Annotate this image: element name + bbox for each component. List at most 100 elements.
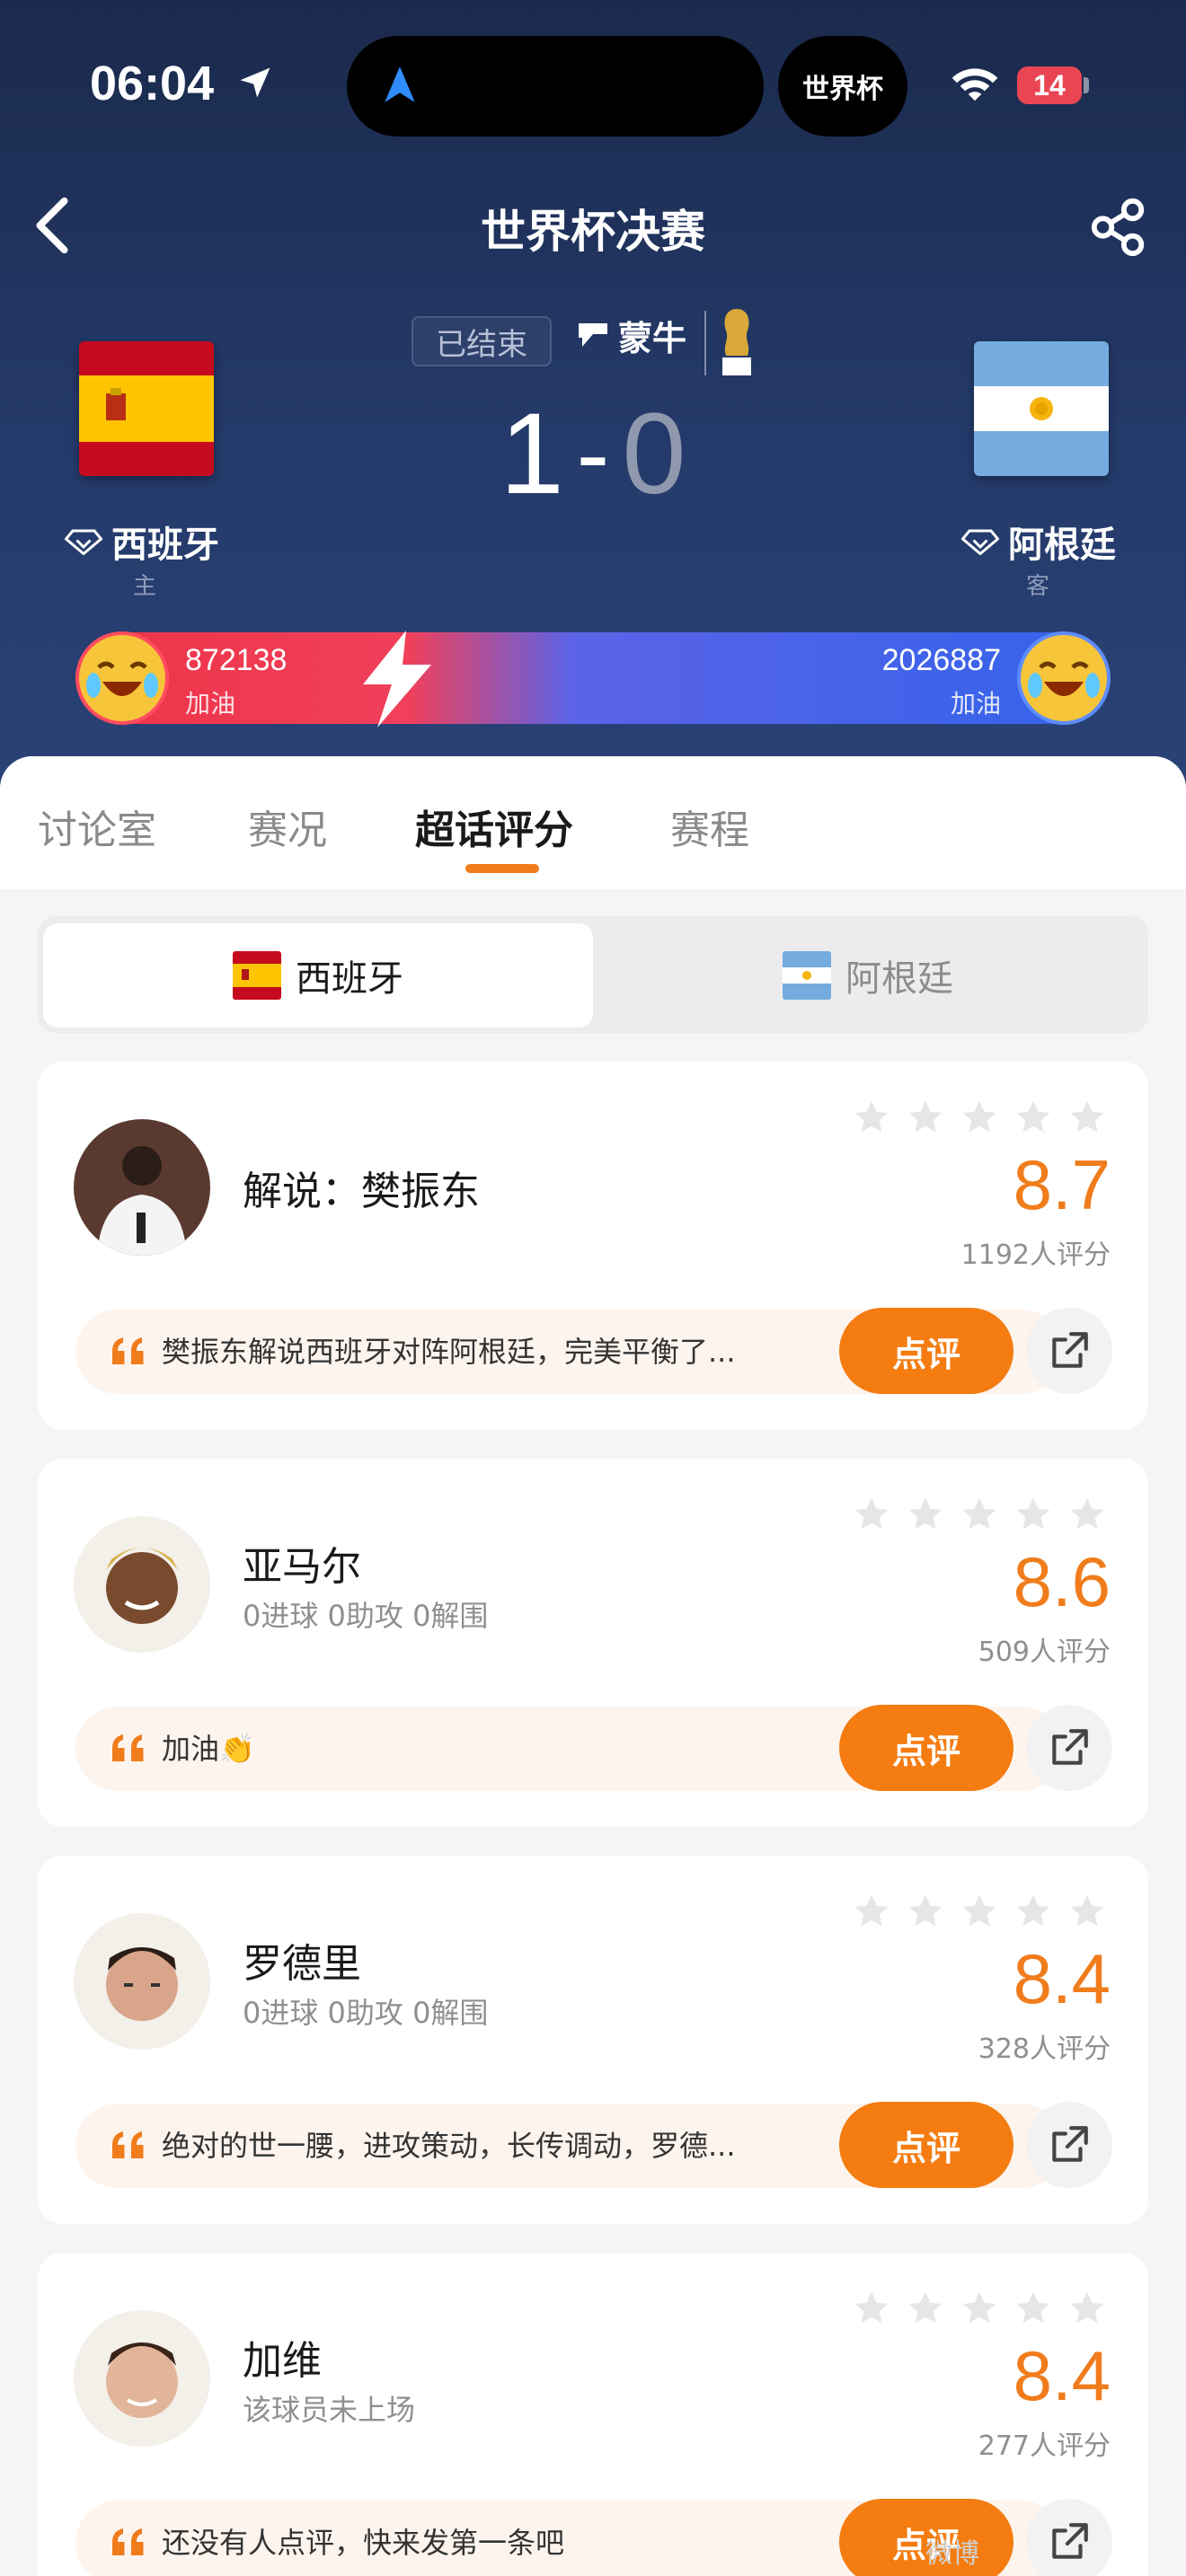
rater-count: 328人评分: [978, 2033, 1111, 2065]
away-score: 0: [622, 390, 686, 518]
status-time: 06:04: [90, 57, 215, 110]
sponsor-divider: [704, 311, 706, 375]
sponsor-mark-icon: [579, 322, 607, 347]
external-link-icon: [1052, 1729, 1088, 1765]
team-switch-away-label: 阿根廷: [845, 958, 953, 1000]
spain-flag-icon: [233, 951, 281, 1000]
star-icon: [1070, 1100, 1104, 1133]
star-icon: [908, 1894, 943, 1927]
star-rating[interactable]: [852, 1098, 1107, 1137]
player-card[interactable]: 加维 该球员未上场 8.4 277人评分 还没有人点评，快来发第一条吧 点评: [38, 2253, 1148, 2576]
star-icon: [1016, 1894, 1050, 1927]
argentina-flag-icon: [783, 951, 831, 1000]
rating-score: 8.4: [1013, 2336, 1111, 2415]
home-team-name[interactable]: 西班牙: [65, 516, 219, 568]
quote-icon: [112, 2528, 144, 2555]
player-card[interactable]: 解说：樊振东 8.7 1192人评分 樊振东解说西班牙对阵阿根廷，完美平衡了..…: [38, 1062, 1148, 1430]
review-button[interactable]: 点评: [839, 2102, 1013, 2188]
match-status-badge: 已结束: [412, 316, 552, 366]
player-name: 解说：樊振东: [243, 1169, 480, 1214]
star-icon: [1070, 2291, 1104, 2324]
player-stats: 该球员未上场: [243, 2393, 416, 2427]
player-name: 加维: [243, 2338, 322, 2384]
player-card[interactable]: 亚马尔 0进球 0助攻 0解围 8.6 509人评分 加油👏 点评: [38, 1459, 1148, 1827]
navigation-arrow-icon: [385, 66, 415, 102]
star-icon: [908, 1497, 943, 1530]
rater-count: 277人评分: [978, 2430, 1111, 2462]
home-team-label: 西班牙: [111, 525, 219, 566]
location-arrow-icon: [240, 67, 270, 98]
open-detail-button[interactable]: [1026, 1705, 1112, 1791]
star-rating[interactable]: [852, 2289, 1107, 2328]
star-rating[interactable]: [852, 1495, 1107, 1534]
star-icon: [962, 1894, 996, 1927]
battery-tip: [1084, 77, 1089, 93]
player-stats: 0进球 0助攻 0解围: [243, 1996, 489, 2030]
star-icon: [908, 1100, 943, 1133]
open-detail-button[interactable]: [1026, 2102, 1112, 2188]
wifi-icon: [951, 68, 998, 101]
back-icon[interactable]: [25, 194, 79, 257]
page-title: 世界杯决赛: [481, 206, 705, 258]
open-detail-button[interactable]: [1026, 2499, 1112, 2576]
avatar: [74, 1119, 210, 1256]
score-separator: -: [576, 399, 610, 509]
away-team-name[interactable]: 阿根廷: [961, 516, 1116, 568]
comment-text: 还没有人点评，快来发第一条吧: [162, 2526, 565, 2560]
battery-indicator: 14: [1017, 66, 1082, 104]
comment-text: 樊振东解说西班牙对阵阿根廷，完美平衡了...: [162, 1335, 736, 1369]
home-cheer-count: 872138: [185, 643, 288, 677]
tab-discussion[interactable]: 讨论室: [38, 798, 156, 855]
scoreboard: 1 - 0: [485, 388, 701, 520]
player-stats: 0进球 0助攻 0解围: [243, 1599, 489, 1633]
star-icon: [1016, 1497, 1050, 1530]
external-link-icon: [1052, 2126, 1088, 2162]
tab-ratings[interactable]: 超话评分: [415, 798, 573, 855]
away-cheer-label: 加油: [950, 689, 1001, 719]
star-icon: [854, 1894, 889, 1927]
spain-flag: [79, 341, 214, 476]
quote-icon: [112, 1734, 144, 1761]
watermark: 微博: [925, 2538, 979, 2570]
team-switch-home[interactable]: 西班牙: [43, 923, 593, 1028]
player-card[interactable]: 罗德里 0进球 0助攻 0解围 8.4 328人评分 绝对的世一腰，进攻策动，长…: [38, 1856, 1148, 2224]
away-role: 客: [1026, 573, 1050, 600]
rating-score: 8.6: [1013, 1542, 1111, 1621]
team-switch-away[interactable]: 阿根廷: [593, 923, 1143, 1028]
cheer-emoji-icon[interactable]: [75, 631, 169, 725]
external-link-icon: [1052, 1332, 1088, 1368]
tab-schedule[interactable]: 赛程: [670, 798, 749, 855]
avatar: [74, 2310, 210, 2447]
star-icon: [962, 1100, 996, 1133]
open-detail-button[interactable]: [1026, 1308, 1112, 1394]
star-icon: [854, 1100, 889, 1133]
home-role: 主: [133, 573, 157, 600]
island-worldcup-pill: 世界杯: [778, 36, 907, 137]
away-cheer-count: 2026887: [881, 643, 1001, 677]
rating-score: 8.4: [1013, 1939, 1111, 2018]
rating-score: 8.7: [1013, 1145, 1111, 1224]
review-button[interactable]: 点评: [839, 1308, 1013, 1394]
star-icon: [854, 2291, 889, 2324]
cheer-emoji-icon[interactable]: [1017, 631, 1111, 725]
active-tab-indicator: [465, 864, 539, 873]
diamond-icon: [65, 529, 102, 555]
external-link-icon: [1052, 2523, 1088, 2559]
star-icon: [962, 2291, 996, 2324]
comment-text: 加油👏: [162, 1732, 255, 1766]
star-icon: [1070, 1497, 1104, 1530]
player-name: 罗德里: [243, 1941, 361, 1987]
avatar: [74, 1516, 210, 1653]
review-button[interactable]: 点评: [839, 1705, 1013, 1791]
star-icon: [1016, 1100, 1050, 1133]
star-icon: [962, 1497, 996, 1530]
fifa-trophy-icon: [722, 309, 751, 375]
quote-icon: [112, 2131, 144, 2158]
star-icon: [1070, 1894, 1104, 1927]
lightning-icon: [363, 631, 431, 728]
quote-icon: [112, 1337, 144, 1364]
share-icon[interactable]: [1087, 196, 1150, 259]
tab-live[interactable]: 赛况: [248, 798, 327, 855]
star-rating[interactable]: [852, 1892, 1107, 1931]
star-icon: [1016, 2291, 1050, 2324]
